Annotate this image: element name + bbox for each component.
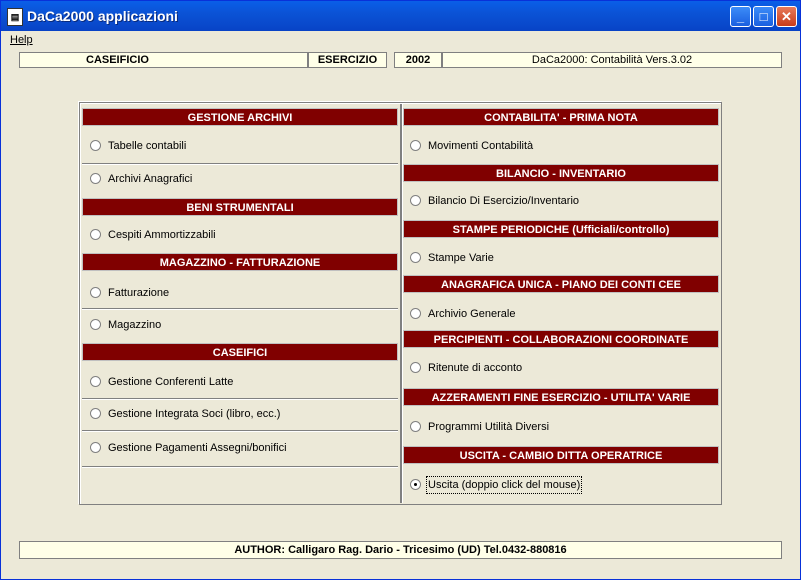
app-window: ▤ DaCa2000 applicazioni _ □ ✕ Help CASEI… bbox=[0, 0, 801, 580]
header-percipienti: PERCIPIENTI - COLLABORAZIONI COORDINATE bbox=[403, 330, 719, 348]
radio-button[interactable] bbox=[90, 229, 101, 240]
option-label: Ritenute di acconto bbox=[428, 362, 523, 374]
separator bbox=[82, 430, 398, 432]
close-button[interactable]: ✕ bbox=[776, 6, 797, 27]
radio-button[interactable] bbox=[410, 252, 421, 263]
header-caseifici: CASEIFICI bbox=[82, 343, 398, 361]
menu-bar: Help bbox=[1, 31, 800, 49]
radio-button[interactable] bbox=[90, 287, 101, 298]
option-label: Tabelle contabili bbox=[108, 140, 187, 152]
option-label: Gestione Conferenti Latte bbox=[108, 376, 234, 388]
header-azzeramenti: AZZERAMENTI FINE ESERCIZIO - UTILITA' VA… bbox=[403, 388, 719, 406]
option-label: Uscita (doppio click del mouse) bbox=[425, 476, 583, 494]
radio-button[interactable] bbox=[90, 319, 101, 330]
info-bar: CASEIFICIO ESERCIZIO 2002 DaCa2000: Cont… bbox=[19, 52, 782, 68]
header-beni-strumentali: BENI STRUMENTALI bbox=[82, 198, 398, 216]
radio-button[interactable] bbox=[410, 140, 421, 151]
radio-button[interactable] bbox=[410, 195, 421, 206]
option-label: Bilancio Di Esercizio/Inventario bbox=[428, 195, 580, 207]
option-label: Gestione Pagamenti Assegni/bonifici bbox=[108, 442, 287, 454]
version-field: DaCa2000: Contabilità Vers.3.02 bbox=[442, 52, 782, 68]
separator bbox=[82, 466, 398, 468]
option-label: Archivi Anagrafici bbox=[108, 173, 193, 185]
option-label: Cespiti Ammortizzabili bbox=[108, 229, 216, 241]
window-title: DaCa2000 applicazioni bbox=[27, 8, 178, 24]
radio-button[interactable] bbox=[410, 308, 421, 319]
year-field: 2002 bbox=[394, 52, 442, 68]
radio-button[interactable] bbox=[90, 140, 101, 151]
separator bbox=[82, 308, 398, 310]
header-anagrafica-unica: ANAGRAFICA UNICA - PIANO DEI CONTI CEE bbox=[403, 275, 719, 293]
company-field: CASEIFICIO bbox=[19, 52, 308, 68]
header-gestione-archivi: GESTIONE ARCHIVI bbox=[82, 108, 398, 126]
option-label: Movimenti Contabilità bbox=[428, 140, 534, 152]
title-bar[interactable]: ▤ DaCa2000 applicazioni _ □ ✕ bbox=[1, 1, 800, 31]
header-uscita: USCITA - CAMBIO DITTA OPERATRICE bbox=[403, 446, 719, 464]
maximize-button[interactable]: □ bbox=[753, 6, 774, 27]
radio-button[interactable] bbox=[410, 421, 421, 432]
separator bbox=[82, 398, 398, 400]
radio-button[interactable] bbox=[410, 362, 421, 373]
radio-button-selected[interactable] bbox=[410, 479, 421, 490]
radio-button[interactable] bbox=[90, 408, 101, 419]
separator bbox=[82, 163, 398, 165]
header-magazzino-fatturazione: MAGAZZINO - FATTURAZIONE bbox=[82, 253, 398, 271]
app-icon[interactable]: ▤ bbox=[7, 8, 23, 26]
option-label: Archivio Generale bbox=[428, 308, 516, 320]
radio-button[interactable] bbox=[90, 173, 101, 184]
menu-help[interactable]: Help bbox=[10, 34, 33, 46]
year-label: ESERCIZIO bbox=[308, 52, 387, 68]
header-contabilita-prima-nota: CONTABILITA' - PRIMA NOTA bbox=[403, 108, 719, 126]
author-footer: AUTHOR: Calligaro Rag. Dario - Tricesimo… bbox=[19, 541, 782, 559]
option-label: Programmi Utilità Diversi bbox=[428, 421, 550, 433]
option-label: Stampe Varie bbox=[428, 252, 494, 264]
radio-button[interactable] bbox=[90, 376, 101, 387]
minimize-button[interactable]: _ bbox=[730, 6, 751, 27]
radio-button[interactable] bbox=[90, 442, 101, 453]
header-stampe-periodiche: STAMPE PERIODICHE (Ufficiali/controllo) bbox=[403, 220, 719, 238]
option-label: Magazzino bbox=[108, 319, 162, 331]
option-label: Gestione Integrata Soci (libro, ecc.) bbox=[108, 408, 281, 420]
option-label: Fatturazione bbox=[108, 287, 170, 299]
header-bilancio-inventario: BILANCIO - INVENTARIO bbox=[403, 164, 719, 182]
